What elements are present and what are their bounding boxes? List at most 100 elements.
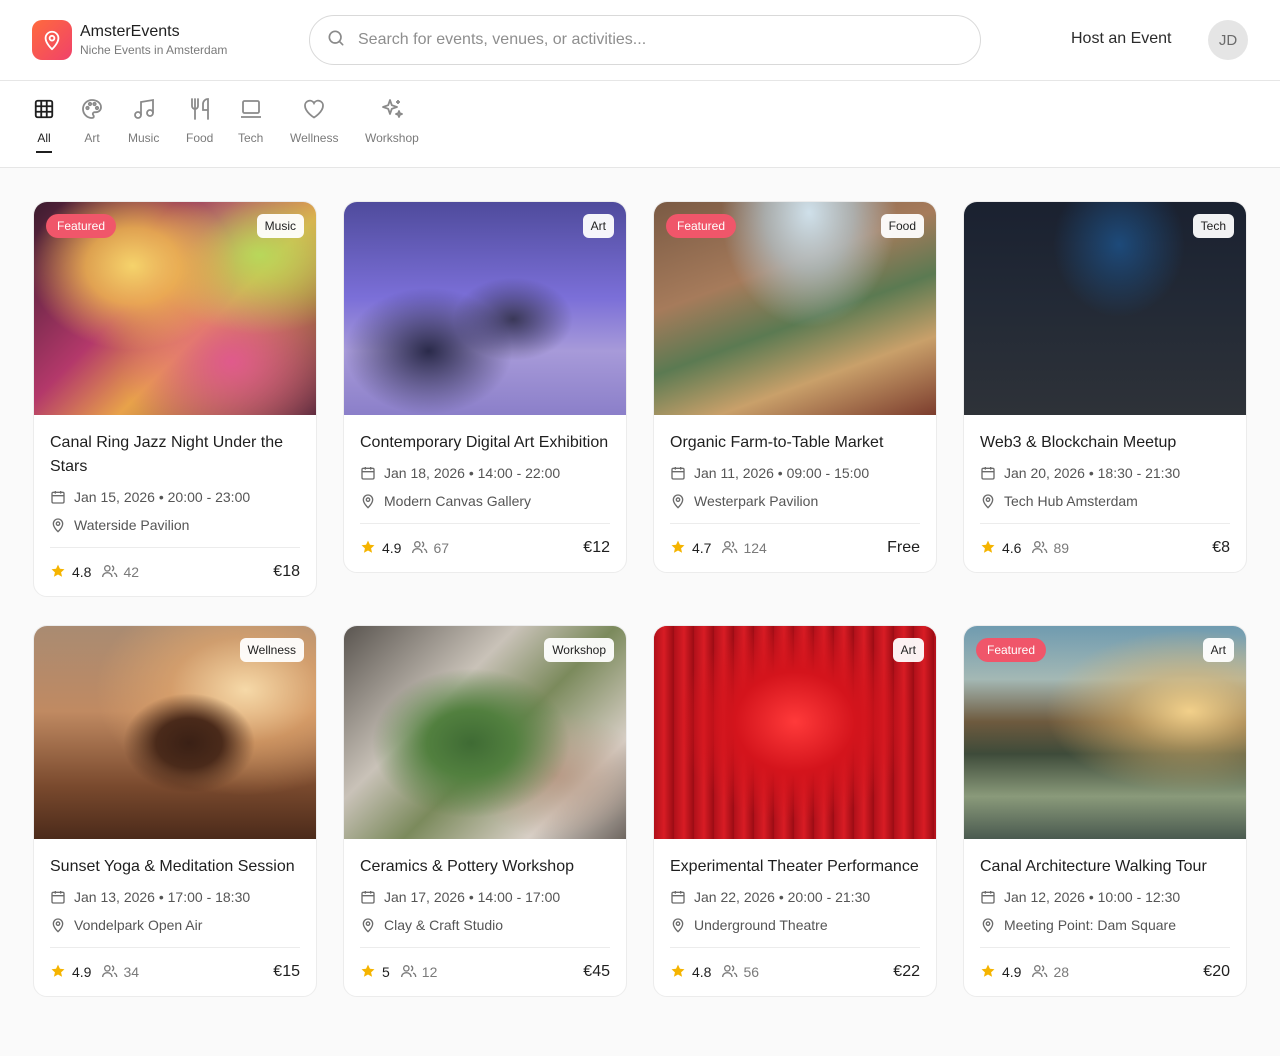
category-tab-workshop[interactable]: Workshop: [365, 96, 419, 146]
calendar-icon: [50, 889, 66, 905]
users-icon: [721, 539, 739, 558]
attendee-count: 67: [433, 540, 450, 556]
event-card[interactable]: Art Experimental Theater Performance Jan…: [653, 625, 937, 997]
event-date-text: Jan 20, 2026 • 18:30 - 21:30: [1004, 465, 1181, 481]
event-card[interactable]: Featured Music Canal Ring Jazz Night Und…: [33, 201, 317, 597]
category-badge: Music: [256, 214, 304, 238]
category-label: Food: [186, 131, 214, 145]
event-image-workshop-table: Workshop: [344, 626, 626, 839]
calendar-icon: [670, 889, 686, 905]
category-label: Music: [128, 131, 160, 145]
star-icon: [360, 539, 376, 558]
star-icon: [670, 539, 686, 558]
event-image-tech-hall: Tech: [964, 202, 1246, 415]
active-tab-indicator: [36, 151, 52, 153]
users-icon: [411, 539, 429, 558]
category-badge: Art: [1202, 638, 1234, 662]
brand[interactable]: AmsterEvents Niche Events in Amsterdam: [32, 20, 227, 60]
sparkles-icon: [380, 96, 404, 122]
music-note-icon: [132, 96, 156, 122]
category-label: All: [37, 131, 51, 145]
event-venue-text: Vondelpark Open Air: [74, 917, 203, 933]
category-tab-art[interactable]: Art: [80, 96, 104, 146]
price: Free: [887, 539, 920, 556]
calendar-icon: [980, 889, 996, 905]
map-pin-icon: [670, 493, 686, 509]
price: €8: [1212, 539, 1230, 556]
event-title: Canal Ring Jazz Night Under the Stars: [50, 434, 284, 475]
rating: 4.9: [50, 963, 91, 982]
rating: 4.8: [50, 563, 91, 582]
rating-value: 4.8: [692, 964, 712, 980]
rating-value: 4.7: [692, 540, 712, 556]
calendar-icon: [980, 465, 996, 481]
event-date: Jan 20, 2026 • 18:30 - 21:30: [980, 463, 1230, 483]
event-date-text: Jan 18, 2026 • 14:00 - 22:00: [384, 465, 561, 481]
event-date: Jan 13, 2026 • 17:00 - 18:30: [50, 887, 300, 907]
price: €22: [893, 963, 920, 980]
event-card[interactable]: Wellness Sunset Yoga & Meditation Sessio…: [33, 625, 317, 997]
attendee-count: 42: [123, 564, 140, 580]
category-label: Art: [84, 131, 100, 145]
category-tab-tech[interactable]: Tech: [238, 96, 263, 146]
event-card[interactable]: Featured Food Organic Farm-to-Table Mark…: [653, 201, 937, 573]
attendees: 124: [721, 539, 767, 558]
event-date-text: Jan 11, 2026 • 09:00 - 15:00: [694, 465, 870, 481]
map-pin-icon: [50, 917, 66, 933]
search-bar[interactable]: [309, 15, 981, 65]
host-event-button[interactable]: Host an Event: [1071, 30, 1172, 48]
featured-badge: Featured: [46, 214, 117, 238]
attendees: 12: [400, 963, 437, 982]
event-venue-text: Clay & Craft Studio: [384, 917, 504, 933]
grid-icon: [33, 96, 55, 122]
category-tab-food[interactable]: Food: [186, 96, 213, 146]
event-venue-text: Modern Canvas Gallery: [384, 493, 532, 509]
category-tab-music[interactable]: Music: [128, 96, 159, 146]
event-card[interactable]: Workshop Ceramics & Pottery Workshop Jan…: [343, 625, 627, 997]
category-label: Tech: [238, 131, 264, 145]
utensils-icon: [188, 96, 212, 122]
map-pin-icon: [980, 493, 996, 509]
event-title: Canal Architecture Walking Tour: [980, 858, 1207, 875]
event-venue: Tech Hub Amsterdam: [980, 491, 1230, 511]
category-bar: All Art Music Food Tech Wellness Worksho…: [0, 81, 1280, 168]
attendees: 28: [1031, 963, 1069, 982]
attendee-count: 89: [1053, 540, 1070, 556]
event-card[interactable]: Tech Web3 & Blockchain Meetup Jan 20, 20…: [963, 201, 1247, 573]
calendar-icon: [670, 465, 686, 481]
event-venue-text: Underground Theatre: [694, 917, 828, 933]
attendee-count: 28: [1053, 964, 1070, 980]
category-tab-all[interactable]: All: [33, 96, 55, 153]
category-tab-wellness[interactable]: Wellness: [290, 96, 338, 146]
event-title: Organic Farm-to-Table Market: [670, 434, 884, 451]
calendar-icon: [360, 889, 376, 905]
avatar[interactable]: JD: [1208, 20, 1248, 60]
event-date-text: Jan 22, 2026 • 20:00 - 21:30: [694, 889, 871, 905]
event-date-text: Jan 15, 2026 • 20:00 - 23:00: [74, 489, 251, 505]
category-label: Workshop: [365, 131, 419, 145]
event-title: Ceramics & Pottery Workshop: [360, 858, 574, 875]
star-icon: [980, 539, 996, 558]
search-icon: [326, 28, 346, 53]
star-icon: [670, 963, 686, 982]
laptop-icon: [239, 96, 263, 122]
rating-value: 4.9: [1002, 964, 1022, 980]
rating: 4.6: [980, 539, 1021, 558]
rating-value: 5: [382, 964, 390, 980]
event-card[interactable]: Featured Art Canal Architecture Walking …: [963, 625, 1247, 997]
price: €18: [273, 563, 300, 580]
event-venue: Modern Canvas Gallery: [360, 491, 610, 511]
users-icon: [721, 963, 739, 982]
event-venue: Underground Theatre: [670, 915, 920, 935]
event-venue: Clay & Craft Studio: [360, 915, 610, 935]
event-venue: Waterside Pavilion: [50, 515, 300, 535]
star-icon: [360, 963, 376, 982]
event-venue: Vondelpark Open Air: [50, 915, 300, 935]
users-icon: [400, 963, 418, 982]
palette-icon: [80, 96, 104, 122]
attendee-count: 124: [743, 540, 767, 556]
event-date: Jan 22, 2026 • 20:00 - 21:30: [670, 887, 920, 907]
search-input[interactable]: [358, 31, 918, 49]
event-card[interactable]: Art Contemporary Digital Art Exhibition …: [343, 201, 627, 573]
attendees: 42: [101, 563, 139, 582]
